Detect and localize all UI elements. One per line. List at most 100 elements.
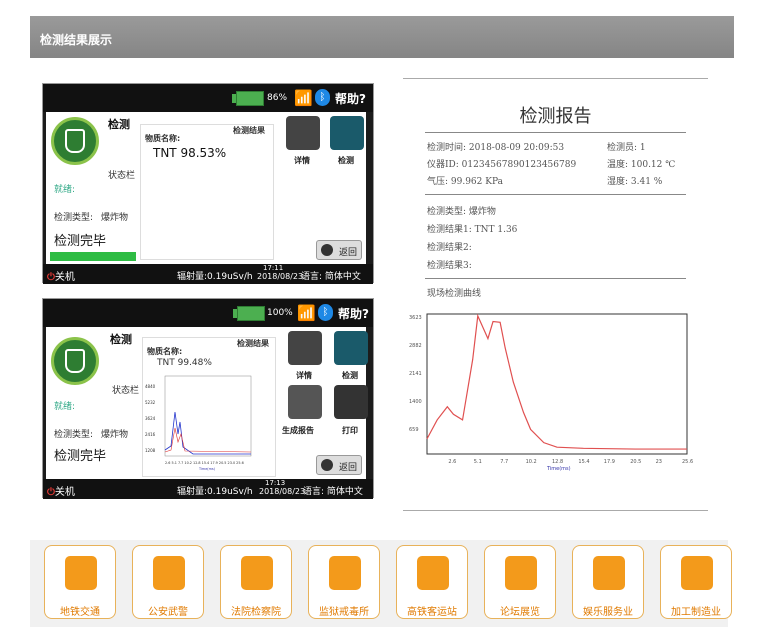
x-tick-label: 7.7 bbox=[500, 459, 508, 465]
type-label: 检测类型: bbox=[54, 430, 94, 440]
flask-icon bbox=[51, 337, 99, 385]
mini-chart: 4840 5232 3624 2416 1208 2.6 5.1 7.7 10.2 12.… bbox=[145, 375, 252, 471]
detect-title: 检测 bbox=[110, 333, 132, 346]
y-tick-label: 3624 bbox=[145, 416, 156, 421]
battery-percent: 100% bbox=[267, 308, 293, 318]
industry-card[interactable]: 地铁交通 bbox=[44, 545, 116, 619]
detail-label: 详情 bbox=[296, 371, 312, 380]
print-button[interactable] bbox=[334, 385, 368, 419]
industry-card[interactable]: 公安武警 bbox=[132, 545, 204, 619]
industry-label: 监狱戒毒所 bbox=[319, 607, 369, 618]
industry-icon bbox=[417, 556, 449, 590]
section-title: 检测结果展示 bbox=[40, 33, 113, 47]
detection-report: 检测报告 检测时间: 2018-08-09 20:09:53 检测员: 1 仪器… bbox=[403, 78, 708, 511]
industry-label: 加工制造业 bbox=[671, 607, 721, 618]
print-label: 打印 bbox=[342, 426, 358, 435]
detail-button[interactable] bbox=[286, 116, 320, 150]
industry-card[interactable]: 论坛展览 bbox=[484, 545, 556, 619]
clock-time: 17:11 bbox=[263, 264, 284, 272]
report-label: 生成报告 bbox=[282, 426, 314, 435]
industry-card[interactable]: 监狱戒毒所 bbox=[308, 545, 380, 619]
status-bar-label: 状态栏 bbox=[112, 386, 140, 396]
power-button[interactable]: ⏻关机 bbox=[47, 483, 75, 498]
help-button[interactable]: 帮助? bbox=[338, 305, 369, 322]
bluetooth-icon: ᛒ bbox=[318, 304, 333, 321]
language-text[interactable]: 语言: 简体中文 bbox=[301, 269, 361, 282]
report-title: 检测报告 bbox=[519, 106, 592, 127]
industry-label: 高铁客运站 bbox=[407, 607, 457, 618]
clock-time: 17:13 bbox=[265, 479, 286, 487]
substance-label: 物质名称: bbox=[147, 347, 183, 356]
x-tick-label: 15.4 bbox=[578, 459, 589, 465]
report-result3: 检测结果3: bbox=[427, 261, 472, 271]
report-operator: 检测员: 1 bbox=[607, 143, 646, 153]
help-button[interactable]: 帮助? bbox=[335, 90, 366, 107]
x-tick-label: 17.9 bbox=[604, 459, 615, 465]
clock-date: 2018/08/23 bbox=[259, 487, 306, 496]
device-screen-1: 86% 📶 ᛒ 帮助? 检测 状态栏 就绪: 检测类型: 爆炸物 检测完毕 物质… bbox=[42, 83, 374, 284]
industry-card[interactable]: 加工制造业 bbox=[660, 545, 732, 619]
report-device: 仪器ID: 01234567890123456789 bbox=[427, 160, 577, 170]
x-tick-labels: 2.6 5.1 7.7 10.2 12.8 15.4 17.9 20.5 23.… bbox=[165, 461, 244, 465]
industry-icon bbox=[241, 556, 273, 590]
detail-button[interactable] bbox=[288, 331, 322, 365]
power-label: 关机 bbox=[54, 487, 75, 498]
y-tick-label: 5232 bbox=[145, 400, 156, 405]
result-value: TNT 98.53% bbox=[153, 146, 227, 160]
industry-icon bbox=[505, 556, 537, 590]
industry-bar: 地铁交通 公安武警 法院检察院 监狱戒毒所 高铁客运站 论坛展览 娱乐服务业 加工制造业 bbox=[30, 540, 732, 627]
industry-card[interactable]: 娱乐服务业 bbox=[572, 545, 644, 619]
x-tick-label: 5.1 bbox=[474, 459, 482, 465]
ready-label: 就绪: bbox=[54, 402, 76, 412]
detect-button[interactable] bbox=[330, 116, 364, 150]
radiation-text: 辐射量:0.19uSv/h bbox=[177, 272, 253, 282]
industry-card[interactable]: 高铁客运站 bbox=[396, 545, 468, 619]
x-tick-label: 10.2 bbox=[526, 459, 537, 465]
x-axis-label: Time(ms) bbox=[546, 466, 571, 472]
device-screen-2: 100% 📶 ᛒ 帮助? 检测 状态栏 就绪: 检测类型: 爆炸物 检测完毕 物… bbox=[42, 298, 374, 499]
y-tick-label: 1208 bbox=[145, 448, 156, 453]
industry-card[interactable]: 法院检察院 bbox=[220, 545, 292, 619]
clock-date: 2018/08/23 bbox=[257, 272, 304, 281]
y-tick-label: 2141 bbox=[409, 371, 422, 377]
industry-label: 娱乐服务业 bbox=[583, 607, 633, 618]
y-tick-label: 3623 bbox=[409, 315, 422, 321]
result-header: 检测结果 bbox=[233, 126, 265, 135]
radiation-text: 辐射量:0.19uSv/h bbox=[177, 487, 253, 497]
wifi-icon: 📶 bbox=[297, 304, 316, 322]
return-button[interactable]: 返回 bbox=[316, 455, 362, 475]
industry-icon bbox=[65, 556, 97, 590]
report-result1: 检测结果1: TNT 1.36 bbox=[427, 225, 518, 235]
x-tick-label: 2.6 bbox=[448, 459, 456, 465]
flask-icon bbox=[51, 117, 99, 165]
battery-icon bbox=[236, 91, 264, 106]
bluetooth-icon: ᛒ bbox=[315, 89, 330, 106]
status-bar-label: 状态栏 bbox=[108, 171, 136, 181]
state-text: 检测完毕 bbox=[54, 234, 107, 249]
y-tick-label: 659 bbox=[409, 427, 419, 433]
result-value: TNT 99.48% bbox=[157, 358, 212, 368]
x-axis-label: Time(ms) bbox=[198, 467, 216, 471]
result-panel: 物质名称: 检测结果 TNT 98.53% bbox=[140, 124, 274, 260]
ready-label: 就绪: bbox=[54, 185, 76, 195]
detect-label: 检测 bbox=[338, 156, 354, 165]
battery-icon bbox=[237, 306, 265, 321]
curve-label: 现场检测曲线 bbox=[427, 289, 482, 299]
report-result2: 检测结果2: bbox=[427, 243, 472, 253]
report-humidity: 湿度: 3.41 % bbox=[607, 177, 663, 187]
report-type: 检测类型: 爆炸物 bbox=[427, 207, 496, 217]
progress-bar bbox=[50, 252, 136, 261]
return-button[interactable]: 返回 bbox=[316, 240, 362, 260]
type-value: 爆炸物 bbox=[101, 430, 129, 440]
power-button[interactable]: ⏻关机 bbox=[47, 268, 75, 283]
industry-icon bbox=[593, 556, 625, 590]
industry-icon bbox=[153, 556, 185, 590]
report-button[interactable] bbox=[288, 385, 322, 419]
result-header: 检测结果 bbox=[237, 339, 269, 348]
detect-button[interactable] bbox=[334, 331, 368, 365]
industry-label: 公安武警 bbox=[148, 607, 188, 618]
language-text[interactable]: 语言: 简体中文 bbox=[303, 484, 363, 497]
y-tick-label: 2416 bbox=[145, 432, 156, 437]
wifi-icon: 📶 bbox=[294, 89, 313, 107]
industry-label: 地铁交通 bbox=[60, 607, 100, 618]
